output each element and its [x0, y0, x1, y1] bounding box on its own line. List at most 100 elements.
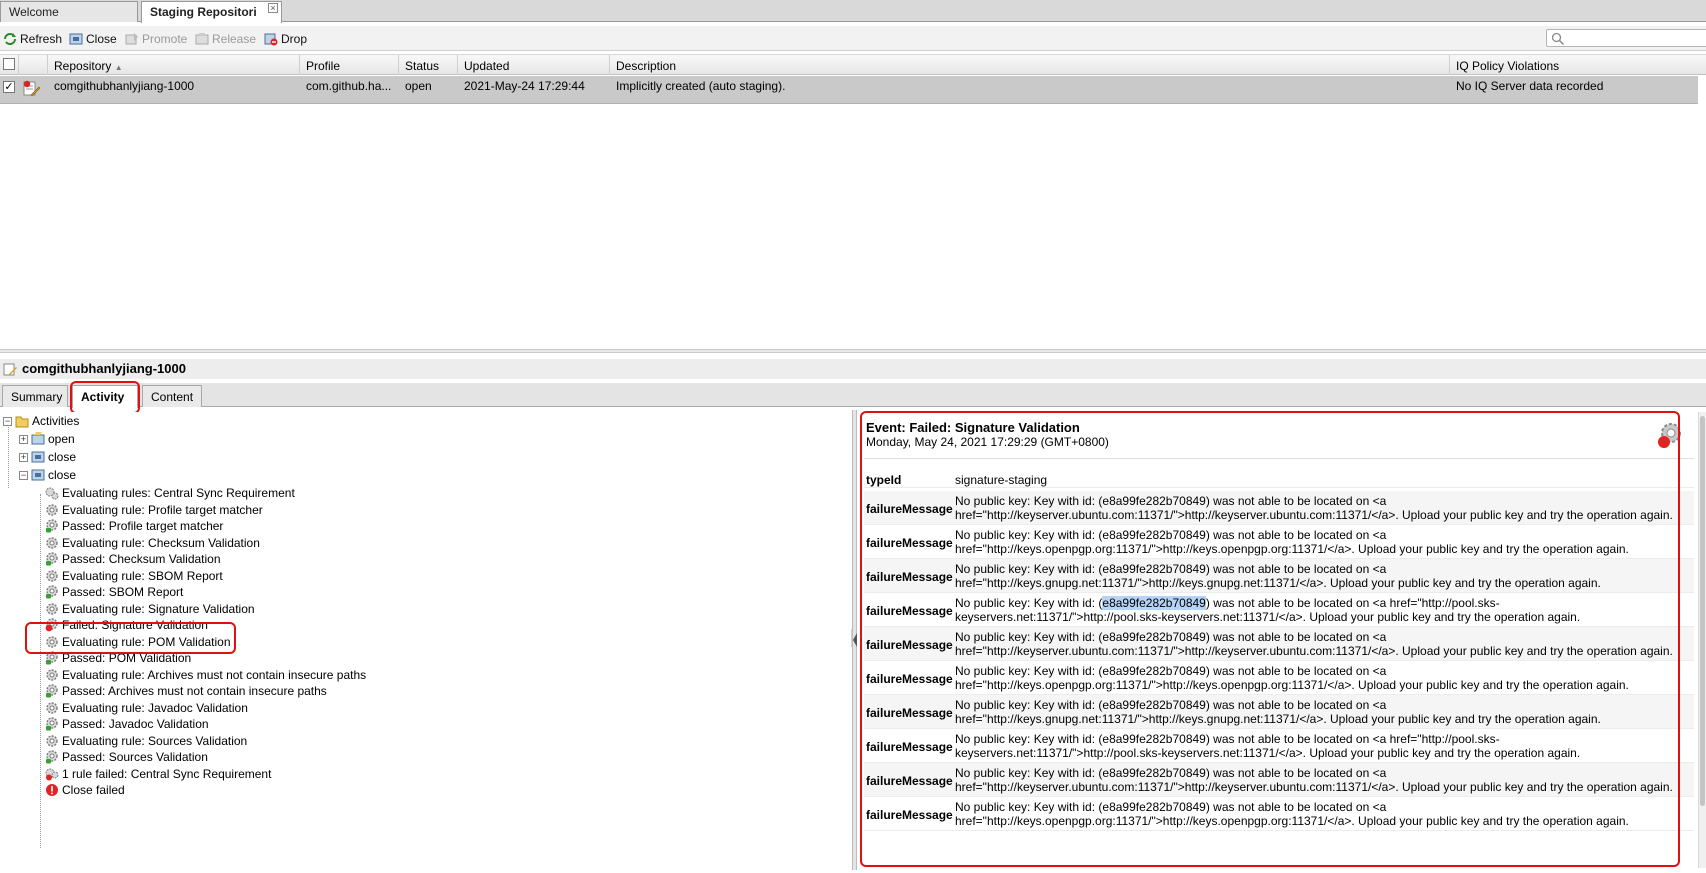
- tree-item-label: Evaluating rules: Central Sync Requireme…: [62, 486, 295, 500]
- tab-welcome[interactable]: Welcome: [0, 1, 138, 22]
- drop-icon: [264, 33, 278, 45]
- cell-profile: com.github.ha...: [306, 79, 392, 93]
- select-all-column[interactable]: [0, 55, 19, 75]
- tree-item[interactable]: 1 rule failed: Central Sync Requirement: [45, 765, 271, 783]
- close-repo-icon: [69, 33, 83, 44]
- column-repository-label: Repository: [54, 59, 112, 73]
- gear-pass-icon: [46, 519, 58, 533]
- cell-description: Implicitly created (auto staging).: [616, 79, 786, 93]
- tree-item[interactable]: Passed: Archives must not contain insecu…: [45, 682, 327, 700]
- tree-item-label: Evaluating rule: Javadoc Validation: [62, 700, 248, 715]
- column-status[interactable]: Status: [399, 55, 458, 75]
- release-icon: [195, 32, 209, 44]
- release-button[interactable]: Release: [195, 30, 256, 47]
- gear-pass-icon: [46, 684, 58, 698]
- column-repository[interactable]: Repository ▲: [48, 55, 300, 75]
- tab-summary[interactable]: Summary: [2, 385, 68, 407]
- close-label: Close: [86, 31, 117, 46]
- search-icon: [1551, 32, 1565, 46]
- tree-item[interactable]: Passed: Sources Validation: [45, 748, 208, 766]
- tree-item[interactable]: Passed: Checksum Validation: [45, 550, 221, 568]
- tree-item[interactable]: Evaluating rule: Checksum Validation: [45, 534, 260, 552]
- collapse-icon[interactable]: −: [19, 471, 28, 480]
- tree-group-label: close: [48, 450, 77, 464]
- sort-ascending-icon: ▲: [114, 63, 123, 72]
- failed-item-highlight: [25, 622, 236, 654]
- column-status-label: Status: [405, 59, 440, 73]
- close-button[interactable]: Close: [69, 30, 117, 47]
- detail-tabs: Summary Activity Content: [0, 383, 1706, 408]
- tree-item-label: Evaluating rule: Checksum Validation: [62, 535, 260, 550]
- gear-pass-icon: [46, 717, 58, 731]
- gear-pass-icon: [46, 552, 58, 566]
- tree-item[interactable]: Passed: SBOM Report: [45, 583, 183, 601]
- tree-guide-line: [40, 494, 41, 848]
- repository-icon: [3, 363, 17, 376]
- tree-item[interactable]: Passed: Profile target matcher: [45, 517, 223, 535]
- horizontal-splitter[interactable]: [0, 349, 1706, 353]
- cell-repository: comgithubhanlyjiang-1000: [54, 79, 195, 93]
- promote-button[interactable]: Promote: [125, 30, 187, 47]
- release-label: Release: [212, 31, 257, 46]
- tree-group-open[interactable]: open: [31, 430, 75, 448]
- tree-item[interactable]: Evaluating rule: Profile target matcher: [45, 501, 263, 519]
- column-updated[interactable]: Updated: [458, 55, 610, 75]
- column-profile-label: Profile: [306, 59, 341, 73]
- gear-icon: [46, 503, 58, 516]
- detail-title-text: comgithubhanlyjiang-1000: [22, 361, 186, 376]
- vertical-splitter[interactable]: [852, 410, 857, 870]
- tree-item-label: Passed: Sources Validation: [62, 750, 208, 764]
- gear-icon: [46, 701, 58, 714]
- tree-root-label: Activities: [32, 414, 80, 428]
- tree-item[interactable]: Evaluating rule: Javadoc Validation: [45, 699, 248, 717]
- tree-item[interactable]: Evaluating rules: Central Sync Requireme…: [45, 484, 295, 502]
- activity-tab-highlight: [70, 381, 140, 414]
- icon-column: [19, 55, 48, 75]
- row-checkbox[interactable]: ✓: [3, 81, 15, 93]
- event-scrollbar-thumb[interactable]: [1700, 416, 1705, 806]
- tab-content-label: Content: [151, 390, 194, 404]
- event-scrollbar[interactable]: [1698, 412, 1706, 868]
- table-row[interactable]: ✓ comgithubhanlyjiang-1000 com.github.ha…: [0, 76, 1698, 104]
- tree-item-label: 1 rule failed: Central Sync Requirement: [62, 766, 272, 781]
- expand-icon[interactable]: +: [19, 453, 28, 462]
- column-iq-policy-violations[interactable]: IQ Policy Violations: [1450, 55, 1706, 75]
- promote-label: Promote: [142, 31, 188, 46]
- tab-welcome-label: Welcome: [9, 5, 59, 19]
- drop-button[interactable]: Drop: [264, 30, 307, 47]
- error-icon: [46, 784, 58, 796]
- tree-item-label: Evaluating rule: Archives must not conta…: [62, 667, 367, 682]
- select-all-checkbox[interactable]: [3, 58, 15, 70]
- collapse-icon[interactable]: −: [3, 417, 12, 426]
- tree-item[interactable]: Close failed: [45, 781, 125, 799]
- search-input[interactable]: [1546, 29, 1706, 47]
- detail-panel-title: comgithubhanlyjiang-1000: [0, 359, 1706, 379]
- gear-pass-icon: [46, 750, 58, 764]
- tree-item[interactable]: Evaluating rule: Archives must not conta…: [45, 666, 366, 684]
- tree-root-activities[interactable]: Activities: [15, 412, 79, 430]
- tree-item[interactable]: Passed: Javadoc Validation: [45, 715, 209, 733]
- event-panel-highlight: [860, 411, 1680, 867]
- gear-pass-icon: [46, 585, 58, 599]
- tree-group-close-expanded[interactable]: close: [31, 466, 76, 484]
- tab-content[interactable]: Content: [142, 385, 202, 407]
- tree-item[interactable]: Evaluating rule: Sources Validation: [45, 732, 247, 750]
- tree-group-close[interactable]: close: [31, 448, 76, 466]
- tab-summary-label: Summary: [11, 390, 63, 404]
- tree-item-label: Evaluating rule: Profile target matcher: [62, 502, 263, 517]
- expand-icon[interactable]: +: [19, 435, 28, 444]
- refresh-label: Refresh: [20, 31, 63, 46]
- cell-updated: 2021-May-24 17:29:44: [464, 79, 585, 93]
- tree-item[interactable]: Evaluating rule: SBOM Report: [45, 567, 223, 585]
- refresh-button[interactable]: Refresh: [3, 30, 62, 47]
- tree-item-label: Passed: Javadoc Validation: [62, 717, 209, 731]
- column-profile[interactable]: Profile: [300, 55, 399, 75]
- column-description[interactable]: Description: [610, 55, 1450, 75]
- column-updated-label: Updated: [464, 59, 510, 73]
- tree-item[interactable]: Evaluating rule: Signature Validation: [45, 600, 255, 618]
- tree-item-label: Close failed: [62, 783, 125, 797]
- close-tab-icon[interactable]: ×: [268, 3, 278, 13]
- column-iq-label: IQ Policy Violations: [1456, 59, 1560, 73]
- gear-icon: [46, 734, 58, 747]
- tab-staging-repositories[interactable]: Staging Repositori ×: [141, 1, 282, 23]
